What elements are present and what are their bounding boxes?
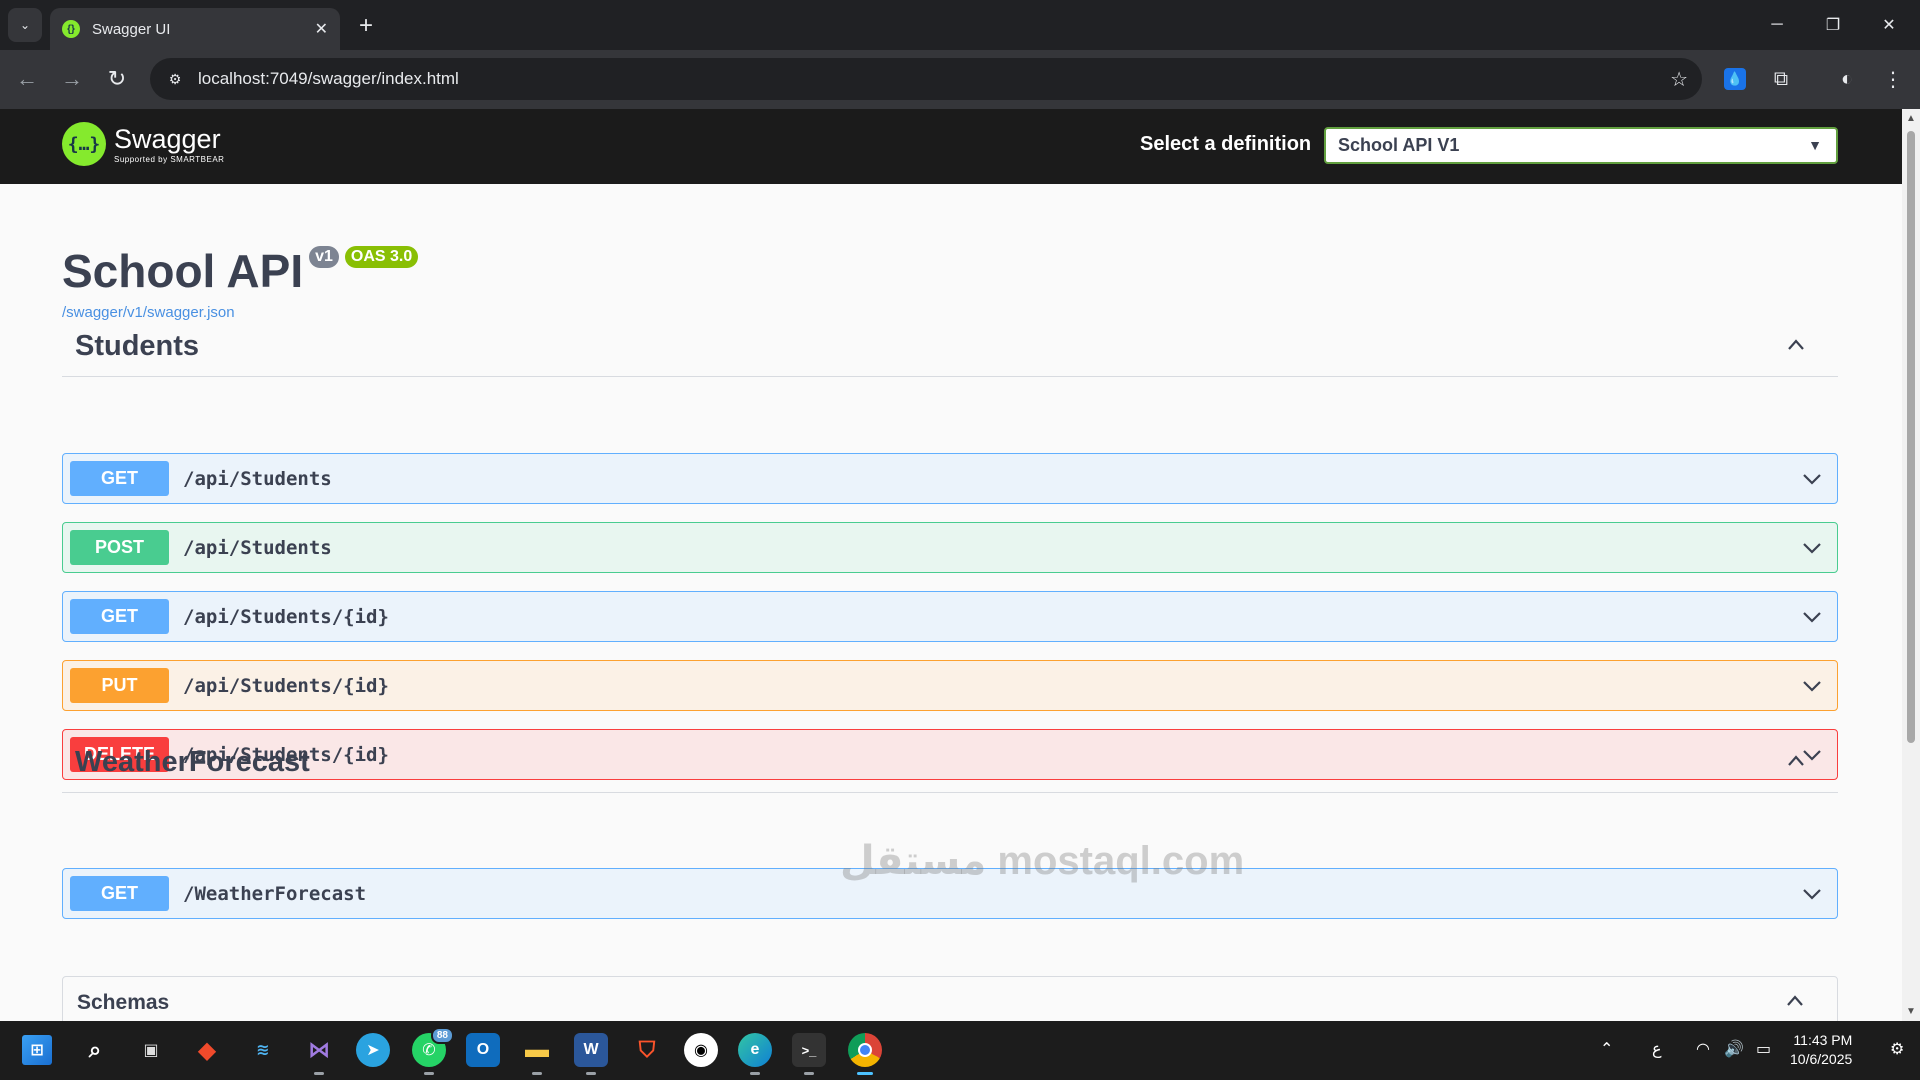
brave-browser-icon[interactable]: ⛉	[630, 1033, 664, 1067]
word-icon[interactable]: W	[574, 1033, 608, 1075]
tag-name: WeatherForecast	[75, 746, 310, 778]
watermark: مستقل mostaql.com	[840, 839, 1245, 883]
schemas-title: Schemas	[77, 991, 170, 1014]
profile-avatar-icon[interactable]: ◐	[1830, 62, 1864, 96]
method-badge: GET	[70, 461, 169, 496]
operation-post-students[interactable]: POST /api/Students	[62, 522, 1838, 573]
whatsapp-icon[interactable]: ✆ 88	[412, 1027, 454, 1075]
chrome-icon[interactable]	[848, 1033, 882, 1075]
operation-path: /api/Students	[183, 536, 332, 559]
azure-data-studio-icon[interactable]: ≋	[246, 1033, 280, 1067]
schemas-section[interactable]: Schemas	[62, 976, 1838, 1021]
task-view-icon[interactable]: ▣	[134, 1033, 168, 1067]
swagger-topbar: {…} Swagger Supported by SMARTBEAR Selec…	[0, 109, 1902, 184]
page-title: School API	[62, 245, 304, 297]
browser-menu-icon[interactable]: ⋮	[1876, 62, 1910, 96]
chevron-down-icon[interactable]	[1801, 675, 1823, 697]
page-viewport: {…} Swagger Supported by SMARTBEAR Selec…	[0, 109, 1920, 1021]
battery-icon[interactable]: ▭	[1756, 1039, 1771, 1059]
bookmark-star-icon[interactable]: ☆	[1670, 67, 1688, 92]
windows-start-icon[interactable]: ⊞	[22, 1035, 52, 1065]
api-info: School API v1 OAS 3.0 /swagger/v1/swagge…	[62, 244, 419, 321]
operation-path: /api/Students	[183, 467, 332, 490]
address-bar[interactable]: ⚙ localhost:7049/swagger/index.html ☆	[150, 58, 1702, 100]
browser-tab-bar: ⌄ {} Swagger UI ✕ + ─ ❐ ✕	[0, 0, 1920, 50]
page-scrollbar[interactable]: ▲ ▼	[1902, 109, 1920, 1021]
chevron-up-icon[interactable]	[1786, 335, 1806, 355]
method-badge: GET	[70, 599, 169, 634]
notifications-icon[interactable]: ⚙	[1890, 1039, 1904, 1059]
chevron-down-icon[interactable]	[1801, 537, 1823, 559]
swagger-logo-icon: {…}	[62, 122, 106, 166]
extensions-puzzle-icon[interactable]: ⧉	[1764, 62, 1798, 96]
chevron-up-icon[interactable]	[1786, 751, 1806, 771]
back-icon[interactable]: ←	[10, 62, 44, 96]
method-badge: GET	[70, 876, 169, 911]
definition-select[interactable]: School API V1 ▼	[1324, 127, 1838, 164]
git-app-icon[interactable]: ◆	[190, 1033, 224, 1067]
minimize-icon[interactable]: ─	[1754, 8, 1800, 42]
brand-sub: Supported by SMARTBEAR	[114, 154, 225, 164]
operation-get-students[interactable]: GET /api/Students	[62, 453, 1838, 504]
terminal-icon[interactable]: >_	[792, 1033, 826, 1075]
method-badge: POST	[70, 530, 169, 565]
scroll-down-arrow-icon[interactable]: ▼	[1906, 1006, 1916, 1017]
tab-title: Swagger UI	[92, 20, 171, 38]
browser-toolbar: ← → ↻ ⚙ localhost:7049/swagger/index.htm…	[0, 50, 1920, 109]
extension-dropper-icon[interactable]: 💧	[1718, 62, 1752, 96]
forward-icon[interactable]: →	[55, 62, 89, 96]
chevron-down-icon: ▼	[1808, 137, 1822, 153]
chevron-up-icon[interactable]	[1785, 991, 1805, 1011]
clock-time: 11:43 PM	[1793, 1032, 1853, 1048]
chevron-down-icon[interactable]	[1801, 468, 1823, 490]
swagger-logo[interactable]: {…} Swagger Supported by SMARTBEAR	[62, 122, 224, 166]
tag-name: Students	[75, 330, 200, 362]
oas-badge: OAS 3.0	[344, 246, 419, 268]
tab-swagger-ui[interactable]: {} Swagger UI ✕	[50, 8, 340, 50]
file-explorer-icon[interactable]: ▬	[520, 1033, 554, 1075]
tray-overflow-chevron-icon[interactable]: ⌃	[1600, 1039, 1613, 1059]
restore-icon[interactable]: ❐	[1810, 8, 1856, 42]
chevron-down-icon[interactable]	[1801, 606, 1823, 628]
reload-icon[interactable]: ↻	[100, 62, 134, 96]
visual-studio-icon[interactable]: ⋈	[302, 1033, 336, 1075]
brand-name: Swagger	[114, 123, 221, 154]
edge-icon[interactable]: e	[738, 1033, 772, 1075]
tag-header-weatherforecast[interactable]: WeatherForecast	[62, 733, 1838, 793]
wifi-icon[interactable]: ◠	[1696, 1039, 1710, 1059]
telegram-icon[interactable]: ➤	[356, 1033, 390, 1067]
new-tab-button[interactable]: +	[352, 12, 380, 40]
site-info-icon[interactable]: ⚙	[164, 68, 186, 90]
outlook-icon[interactable]: O	[466, 1033, 500, 1067]
github-desktop-icon[interactable]: ◉	[684, 1033, 718, 1067]
method-badge: PUT	[70, 668, 169, 703]
search-icon[interactable]: ⌕	[78, 1033, 112, 1067]
tag-header-students[interactable]: Students	[62, 317, 1838, 377]
operation-path: /WeatherForecast	[183, 882, 367, 905]
operation-get-student-by-id[interactable]: GET /api/Students/{id}	[62, 591, 1838, 642]
volume-icon[interactable]: 🔊	[1724, 1039, 1744, 1059]
url-text[interactable]: localhost:7049/swagger/index.html	[198, 69, 459, 89]
windows-taskbar: ⊞ ⌕ ▣ ◆ ≋ ⋈ ➤ ✆ 88 O ▬ W ⛉ ◉ e >_ ⌃ ع ◠ 🔊…	[0, 1021, 1920, 1080]
version-badge: v1	[309, 246, 339, 268]
whatsapp-badge: 88	[430, 1027, 454, 1044]
operation-path: /api/Students/{id}	[183, 605, 389, 628]
scroll-up-arrow-icon[interactable]: ▲	[1906, 113, 1916, 124]
input-language-indicator[interactable]: ع	[1652, 1039, 1662, 1059]
tab-close-icon[interactable]: ✕	[315, 19, 328, 39]
swagger-favicon-icon: {}	[62, 20, 80, 38]
operation-put-student[interactable]: PUT /api/Students/{id}	[62, 660, 1838, 711]
scrollbar-thumb[interactable]	[1907, 131, 1915, 743]
taskbar-clock[interactable]: 11:43 PM 10/6/2025	[1790, 1031, 1852, 1069]
clock-date: 10/6/2025	[1790, 1051, 1853, 1067]
chevron-down-icon[interactable]	[1801, 883, 1823, 905]
definition-label: Select a definition	[1140, 133, 1312, 155]
close-window-icon[interactable]: ✕	[1866, 8, 1912, 42]
tab-search-button[interactable]: ⌄	[8, 8, 42, 42]
definition-select-value: School API V1	[1338, 135, 1460, 155]
operation-path: /api/Students/{id}	[183, 674, 389, 697]
